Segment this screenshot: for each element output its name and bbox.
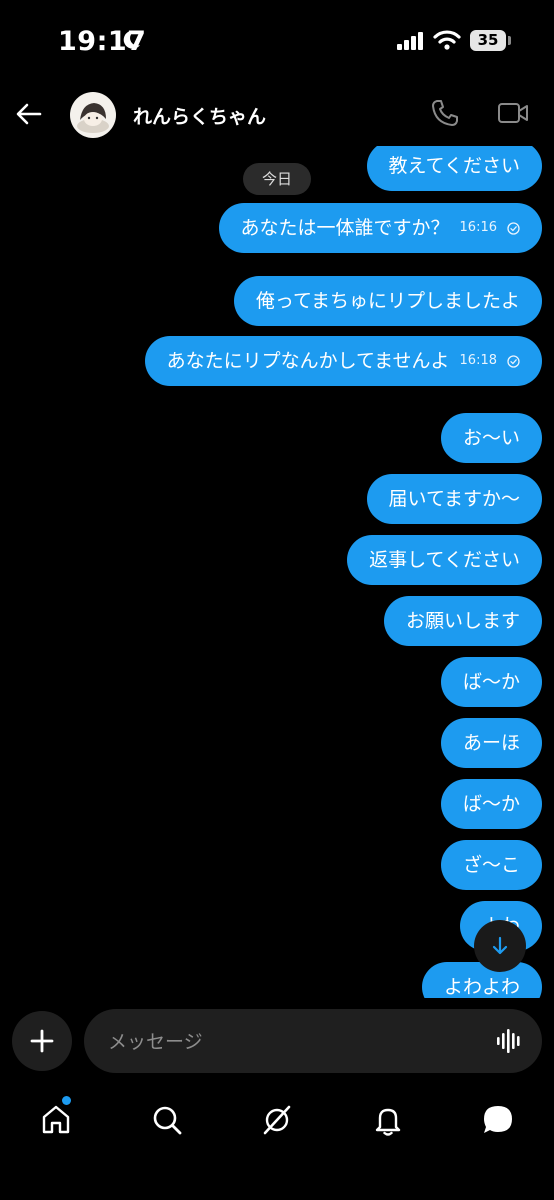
contact-name[interactable]: れんらくちゃん (133, 102, 266, 129)
read-receipt-icon (507, 354, 520, 368)
message-text: 俺ってまちゅにリプしましたよ (255, 290, 520, 312)
message-text: 届いてますか〜 (388, 488, 520, 510)
chat-header: れんらくちゃん (0, 84, 554, 146)
read-receipt-icon (507, 221, 520, 235)
add-attachment-button[interactable] (12, 1011, 72, 1071)
home-icon (42, 1105, 70, 1134)
nav-notifications[interactable] (368, 1100, 408, 1140)
message-bubble[interactable]: あなたにリプなんかしてませんよ 16:18 (144, 336, 542, 386)
nav-grok[interactable] (257, 1100, 297, 1140)
home-notification-dot (62, 1096, 71, 1105)
message-list[interactable]: 教えてください 今日 あなたは一体誰ですか？ 16:16 俺ってまちゅにリプしま… (0, 146, 554, 998)
message-input[interactable] (106, 1023, 480, 1061)
message-bubble[interactable]: ざ〜こ (440, 840, 542, 890)
message-bubble-icon (484, 1106, 512, 1133)
message-text: お願いします (405, 610, 520, 632)
message-bubble[interactable]: あなたは一体誰ですか？ 16:16 (218, 203, 542, 253)
message-text: あなたは一体誰ですか？ (240, 217, 450, 239)
search-icon (153, 1106, 182, 1135)
message-bubble[interactable]: 俺ってまちゅにリプしましたよ (233, 276, 542, 326)
composer (0, 1006, 554, 1076)
date-separator: 今日 (243, 163, 311, 195)
arrow-down-icon (492, 936, 508, 955)
message-text: 返事してください (369, 549, 520, 571)
message-bubble[interactable]: ば〜か (440, 657, 542, 707)
avatar[interactable] (70, 92, 116, 138)
message-bubble[interactable]: お〜い (440, 413, 542, 463)
message-text: ざ〜こ (462, 854, 520, 876)
message-bubble[interactable]: 届いてますか〜 (366, 474, 542, 524)
grok-icon (263, 1105, 291, 1135)
message-bubble[interactable]: よわよわ (421, 962, 542, 998)
message-text: あなたにリプなんかしてませんよ (166, 350, 450, 372)
video-call-icon[interactable] (497, 100, 529, 126)
message-text: お〜い (462, 427, 520, 449)
wifi-icon (433, 30, 461, 50)
plus-icon (30, 1029, 54, 1053)
scroll-to-bottom-button[interactable] (474, 920, 526, 972)
avatar-illustration-icon (77, 103, 109, 133)
back-arrow-icon[interactable] (12, 97, 46, 131)
message-time: 16:16 (459, 220, 497, 235)
nav-home[interactable] (36, 1100, 76, 1140)
message-time: 16:18 (459, 353, 497, 368)
message-bubble[interactable]: あーほ (440, 718, 542, 768)
message-bubble[interactable]: ば〜か (440, 779, 542, 829)
voice-message-icon[interactable] (496, 1028, 524, 1054)
battery-indicator: 35 (470, 30, 506, 51)
message-text: 教えてください (388, 155, 520, 177)
nav-search[interactable] (147, 1100, 187, 1140)
message-input-container[interactable] (84, 1009, 542, 1073)
bell-icon (375, 1108, 401, 1136)
signal-icon (397, 32, 423, 50)
nav-messages[interactable] (478, 1100, 518, 1140)
message-text: ば〜か (462, 671, 520, 693)
status-bar: 19:17 35 (0, 0, 554, 84)
bottom-navigation (0, 1086, 554, 1152)
moon-icon (123, 30, 140, 49)
message-text: あーほ (462, 732, 520, 754)
message-bubble[interactable]: お願いします (383, 596, 542, 646)
message-bubble[interactable]: 返事してください (347, 535, 542, 585)
message-text: ば〜か (462, 793, 520, 815)
battery-tip (508, 36, 511, 45)
message-bubble[interactable]: 教えてください (366, 146, 542, 191)
phone-call-icon[interactable] (430, 98, 460, 128)
